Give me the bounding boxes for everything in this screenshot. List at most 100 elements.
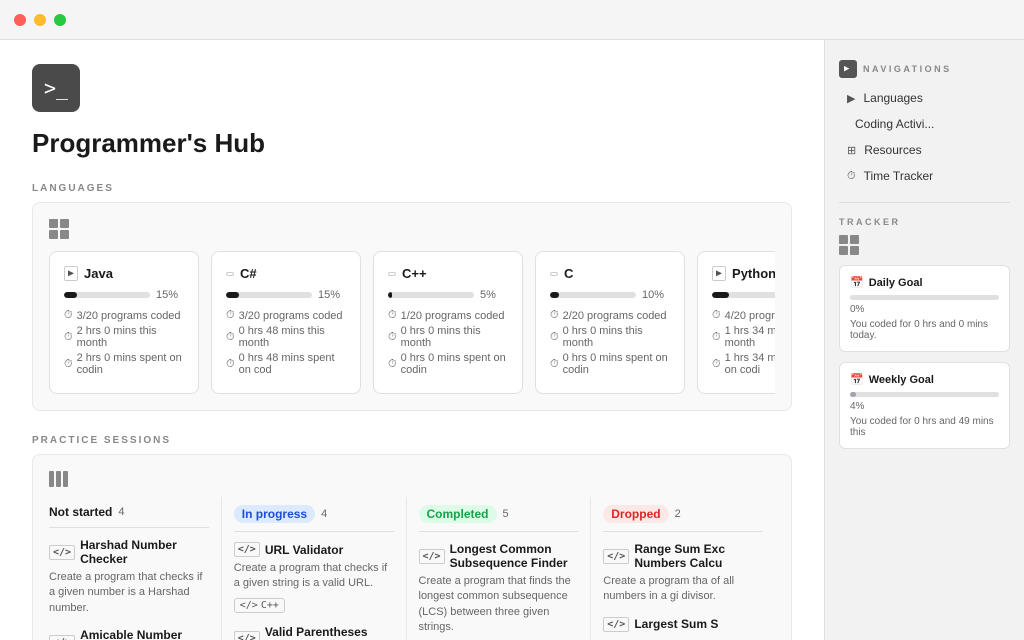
col-header-label: Dropped [603,505,668,523]
progress-bar-fill [226,292,239,298]
practice-item[interactable]: </> Valid Parentheses Expression Checker [234,625,394,640]
daily-goal-title: 📅 Daily Goal [850,276,999,289]
practice-item[interactable]: </> Harshad Number Checker Create a prog… [49,538,209,616]
practice-item-desc: Create a program that finds the longest … [419,574,579,636]
clock-icon: ⏱ [550,331,559,344]
sidebar-item-label: Coding Activi... [855,117,934,131]
lang-badge: </>C++ [234,598,285,613]
lang-name: Java [84,266,113,281]
language-card-python[interactable]: ▶ Python 20% ⏱4/20 programs coded⏱1 hrs … [697,251,775,394]
clock-icon: ⏱ [64,309,73,322]
progress-bar-fill [388,292,392,298]
clock-icon: ⏱ [388,331,397,344]
lang-icon: ▶ [712,266,726,281]
lang-icon [550,272,558,276]
grid-view-icon[interactable] [49,219,69,239]
minimize-button[interactable] [34,14,46,26]
language-card-c#[interactable]: C# 15% ⏱3/20 programs coded⏱0 hrs 48 min… [211,251,361,394]
col-header-count: 5 [503,508,509,520]
progress-bar-bg [712,292,775,298]
card-stat: ⏱1/20 programs coded [388,309,508,322]
practice-columns: Not started 4 </> Harshad Number Checker… [49,497,775,640]
clock-icon: ⏱ [712,358,721,371]
practice-item-title: </> Range Sum Exc Numbers Calcu [603,542,763,570]
clock-icon: ⏱ [388,309,397,322]
sidebar-item-coding-activi[interactable]: Coding Activi... [839,112,1010,136]
card-stat: ⏱0 hrs 0 mins this month [388,325,508,349]
practice-section: PRACTICE SESSIONS Not started 4 </> Hars… [32,435,792,640]
clock-icon: ⏱ [226,309,235,322]
practice-col-completed: Completed 5 </> Longest Common Subsequen… [407,497,592,640]
weekly-goal-percent: 4% [850,401,999,412]
sidebar-navigation: ▶ NAVIGATIONS ▶ Languages Coding Activi.… [839,60,1010,188]
lang-progress: 20% [712,289,775,301]
tracker-grid-icon[interactable] [839,235,859,255]
practice-item[interactable]: </> URL Validator Create a program that … [234,542,394,613]
card-stat: ⏱2 hrs 0 mins spent on codin [64,352,184,376]
progress-label: 15% [318,289,346,301]
card-stat: ⏱2 hrs 0 mins this month [64,325,184,349]
maximize-button[interactable] [54,14,66,26]
col-header: Dropped 2 [603,497,763,532]
close-button[interactable] [14,14,26,26]
app-icon: >_ [32,64,80,112]
lang-icon [226,272,234,276]
table-view-icon[interactable] [49,471,775,487]
language-card-java[interactable]: ▶ Java 15% ⏱3/20 programs coded⏱2 hrs 0 … [49,251,199,394]
col-header: Completed 5 [419,497,579,532]
clock-icon: ⏱ [550,358,559,371]
clock-icon: ⏱ [64,331,73,344]
progress-bar-bg [226,292,312,298]
lang-card-title: C++ [388,266,508,281]
card-stat: ⏱0 hrs 48 mins this month [226,325,346,349]
practice-item-title: </> Amicable Number Sum Calculator [49,628,209,640]
practice-col-dropped: Dropped 2 </> Range Sum Exc Numbers Calc… [591,497,775,640]
language-cards-row: ▶ Java 15% ⏱3/20 programs coded⏱2 hrs 0 … [49,251,775,394]
clock-icon: ⏱ [712,309,721,322]
card-stat: ⏱0 hrs 48 mins spent on cod [226,352,346,376]
col-header: In progress 4 [234,497,394,532]
practice-item[interactable]: </> Range Sum Exc Numbers Calcu Create a… [603,542,763,605]
col-header: Not started 4 [49,497,209,528]
practice-item[interactable]: </> Largest Sum S [603,617,763,632]
card-stat: ⏱0 hrs 0 mins spent on codin [550,352,670,376]
daily-goal-percent: 0% [850,304,999,315]
main-content: >_ Programmer's Hub LANGUAGES ▶ Java [0,40,824,640]
page-title: Programmer's Hub [32,128,792,159]
lang-card-title: C# [226,266,346,281]
code-icon: </> [603,549,629,564]
sidebar-divider-1 [839,202,1010,203]
weekly-goal-progress-fill [850,392,856,397]
sidebar-item-languages[interactable]: ▶ Languages [839,86,1010,110]
practice-item-desc: Create a program tha of all numbers in a… [603,574,763,605]
language-card-c++[interactable]: C++ 5% ⏱1/20 programs coded ⏱0 hrs 0 mins… [373,251,523,394]
clock-icon: ⏱ [712,331,721,344]
lang-icon: ▶ [64,266,78,281]
weekly-goal-progress-bar [850,392,999,397]
lang-icon [388,272,396,276]
practice-item-desc: Create a program that checks if a given … [49,570,209,616]
daily-goal-card: 📅 Daily Goal 0% You coded for 0 hrs and … [839,265,1010,352]
progress-label: 10% [642,289,670,301]
clock-icon: ⏱ [226,331,235,344]
progress-label: 5% [480,289,508,301]
language-card-c[interactable]: C 10% ⏱2/20 programs coded⏱0 hrs 0 mins … [535,251,685,394]
practice-item[interactable]: </> Amicable Number Sum Calculator Creat… [49,628,209,640]
practice-item-title: </> Largest Sum S [603,617,763,632]
progress-bar-bg [64,292,150,298]
sidebar-nav-items: ▶ Languages Coding Activi... ⊞ Resources… [839,86,1010,188]
progress-bar-fill [64,292,77,298]
practice-item[interactable]: </> Longest Common Subsequence Finder Cr… [419,542,579,640]
sidebar-item-time-tracker[interactable]: ⏱ Time Tracker [839,164,1010,188]
practice-item-title: </> Harshad Number Checker [49,538,209,566]
sidebar-item-resources[interactable]: ⊞ Resources [839,138,1010,162]
sidebar-item-icon: ⏱ [847,170,856,183]
progress-bar-fill [712,292,729,298]
col-header-label: Completed [419,505,497,523]
weekly-goal-stat: You coded for 0 hrs and 49 mins this [850,416,999,438]
card-stat: ⏱1 hrs 34 mins this month [712,325,775,349]
clock-icon: ⏱ [388,358,397,371]
practice-item-title: </> Longest Common Subsequence Finder [419,542,579,570]
sidebar-item-label: Resources [864,143,921,157]
title-bar [0,0,1024,40]
